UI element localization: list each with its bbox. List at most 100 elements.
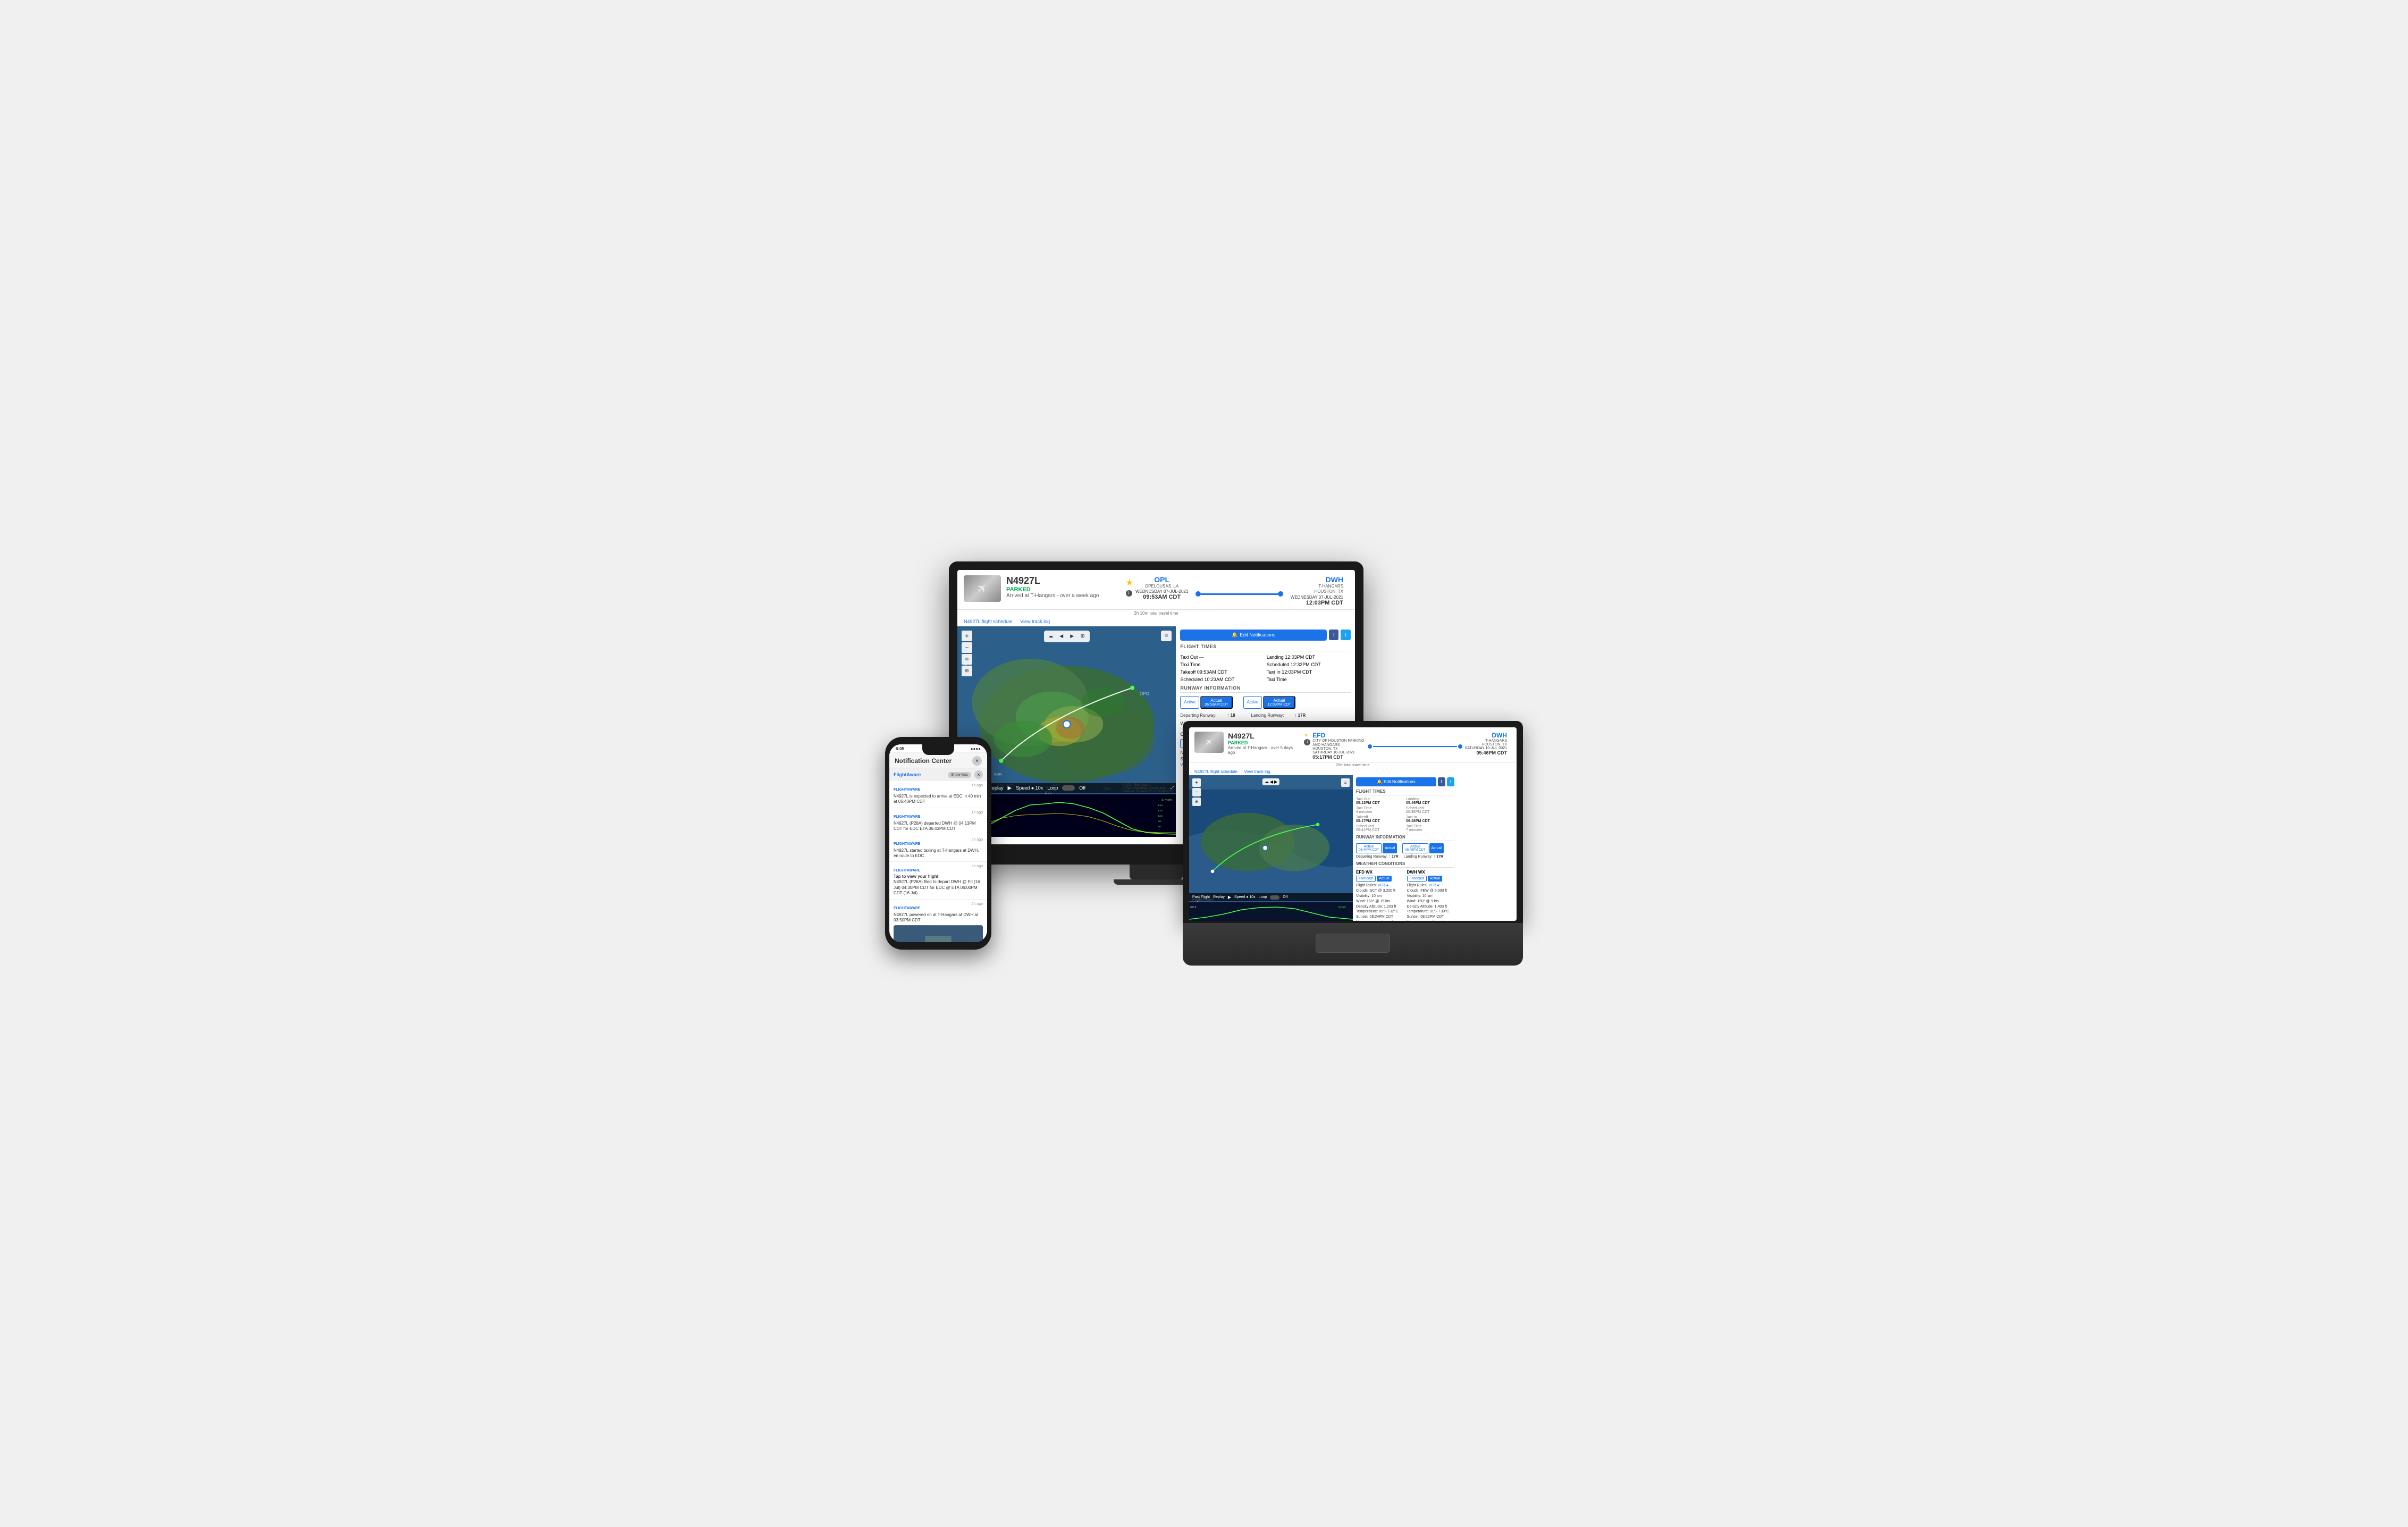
layers-toggle[interactable]: ≡ bbox=[1161, 631, 1172, 641]
play-button[interactable]: ▶ bbox=[1008, 785, 1012, 791]
dest-code: DWH bbox=[1291, 575, 1343, 584]
departing-active-btn[interactable]: Active bbox=[1180, 696, 1199, 709]
next-btn[interactable]: ▶ bbox=[1067, 632, 1077, 641]
zoom-out-btn[interactable]: − bbox=[962, 642, 972, 653]
svg-text:140: 140 bbox=[1158, 804, 1163, 807]
laptop-dwh-forecast-btn[interactable]: Forecast bbox=[1407, 876, 1427, 882]
departing-actual-btn[interactable]: Actual 06:53AM CDT bbox=[1200, 696, 1232, 709]
laptop-off-label: Off bbox=[1283, 895, 1287, 899]
laptop-dwh-actual-btn[interactable]: Actual bbox=[1428, 876, 1442, 882]
track-log-link[interactable]: View track log bbox=[1020, 619, 1050, 624]
laptop-dwh-badges: Forecast Actual bbox=[1407, 876, 1455, 882]
loop-toggle[interactable] bbox=[1062, 785, 1075, 791]
laptop-map-controls: + − ⊕ bbox=[1192, 778, 1201, 806]
landing-label: Landing bbox=[1267, 655, 1284, 660]
compass-btn[interactable]: ⊕ bbox=[962, 654, 972, 665]
info-icon[interactable]: i bbox=[1126, 590, 1132, 597]
laptop-fb-btn[interactable]: f bbox=[1438, 777, 1445, 786]
laptop-dep-active-btn[interactable]: Active 06:44PM CDT bbox=[1356, 843, 1382, 853]
laptop-origin-date: SATURDAY 10-JUL-2021 bbox=[1312, 751, 1366, 754]
landing-runway-badges: Active Actual 12:03PM CDT bbox=[1243, 696, 1295, 709]
notif-text-3: N4927L started taxiing at T-Hangars at D… bbox=[894, 848, 983, 859]
taxi-time2-item: Taxi Time bbox=[1267, 677, 1351, 682]
phone-screen: 6:05 ●●●● Notification Center × FlightAw… bbox=[889, 744, 987, 942]
laptop-land-actual-btn[interactable]: Actual bbox=[1429, 843, 1444, 853]
notification-item-3[interactable]: FLIGHTAWARE 2h ago N4927L started taxiin… bbox=[889, 835, 987, 862]
route-bar bbox=[1201, 593, 1277, 595]
facebook-btn[interactable]: f bbox=[1329, 630, 1339, 640]
laptop-loop-toggle[interactable] bbox=[1270, 895, 1279, 900]
laptop-land-active-btn[interactable]: Active 06:48PM CDT bbox=[1402, 843, 1428, 853]
layers-btn[interactable]: ⊞ bbox=[962, 666, 972, 676]
edit-notifications-btn[interactable]: 🔔 Edit Notifications bbox=[1180, 630, 1327, 641]
route-dot-end bbox=[1278, 591, 1283, 597]
show-less-btn[interactable]: Show less bbox=[948, 772, 971, 778]
close-notification-center-btn[interactable]: × bbox=[972, 756, 982, 766]
taxi-in-val: 12:03PM CDT bbox=[1282, 669, 1312, 675]
laptop-notif-controls: 🔔 Edit Notifications f t bbox=[1356, 777, 1454, 786]
laptop-star-icon[interactable]: ★ bbox=[1304, 733, 1310, 737]
laptop-efd-title: EFD WX bbox=[1356, 870, 1404, 875]
twitter-btn[interactable]: t bbox=[1341, 630, 1351, 640]
laptop-dwh-more-wx[interactable]: View more weather info bbox=[1407, 920, 1455, 921]
star-icon[interactable]: ★ bbox=[1126, 577, 1133, 588]
laptop-schedule-link[interactable]: N4927L flight schedule bbox=[1194, 769, 1237, 774]
flight-times-grid: Taxi Out — Landing 12:03PM CDT Taxi Time bbox=[1180, 655, 1351, 682]
landing-actual-btn[interactable]: Actual 12:03PM CDT bbox=[1263, 696, 1295, 709]
arrived-text: Arrived at T-Hangars - over a week ago bbox=[1006, 593, 1115, 599]
laptop-edit-notif-btn[interactable]: 🔔 Edit Notifications bbox=[1356, 777, 1436, 786]
laptop-flight-info: N4927L PARKED Arrived at T-Hangars - ove… bbox=[1228, 732, 1295, 755]
laptop-flight-header: N4927L PARKED Arrived at T-Hangars - ove… bbox=[1189, 727, 1517, 762]
laptop-next-btn[interactable]: ▶ bbox=[1274, 779, 1277, 784]
phone-time: 6:05 bbox=[896, 746, 904, 751]
cloud-btn[interactable]: ☁ bbox=[1046, 632, 1056, 641]
laptop-compass[interactable]: ⊕ bbox=[1192, 798, 1201, 806]
laptop-cloud-btn[interactable]: ☁ bbox=[1265, 779, 1269, 784]
laptop-efd-forecast-btn[interactable]: Forecast bbox=[1356, 876, 1376, 882]
laptop-dep-actual-btn[interactable]: Actual bbox=[1383, 843, 1397, 853]
laptop-play-btn[interactable]: ▶ bbox=[1228, 895, 1231, 900]
notification-item-2[interactable]: FLIGHTAWARE 1h ago N4927L (P28A) departe… bbox=[889, 808, 987, 835]
zoom-in-btn[interactable]: + bbox=[962, 631, 972, 641]
laptop-prev-btn[interactable]: ◀ bbox=[1270, 779, 1273, 784]
expand-btn[interactable]: ⊞ bbox=[1078, 632, 1088, 641]
laptop-track-link[interactable]: View track log bbox=[1244, 769, 1270, 774]
svg-text:OPO: OPO bbox=[1140, 691, 1149, 696]
laptop-map[interactable]: + − ⊕ ☁ ◀ ▶ ≡ Fli bbox=[1189, 775, 1353, 921]
notification-item-1[interactable]: FLIGHTAWARE 1h ago N4927L is expected to… bbox=[889, 781, 987, 808]
laptop-zoom-in[interactable]: + bbox=[1192, 778, 1201, 787]
laptop-info-icon[interactable]: i bbox=[1304, 739, 1310, 745]
laptop-efd-actual-btn[interactable]: Actual bbox=[1377, 876, 1391, 882]
notification-item-5[interactable]: FLIGHTAWARE 2h ago N4927L powered on at … bbox=[889, 900, 987, 942]
laptop-aircraft-image bbox=[1194, 732, 1224, 753]
taxi-time2-label: Taxi Time bbox=[1267, 677, 1287, 682]
laptop-status: PARKED bbox=[1228, 740, 1295, 745]
landing-val: 12:03PM CDT bbox=[1285, 655, 1315, 660]
laptop-arrived: Arrived at T-Hangars - over 5 days ago bbox=[1228, 745, 1295, 755]
flight-schedule-link[interactable]: N4927L flight schedule bbox=[964, 619, 1012, 624]
svg-text:60: 60 bbox=[1158, 825, 1161, 828]
taxi-in-item: Taxi In 12:03PM CDT bbox=[1267, 669, 1351, 675]
notif-text-5: N4927L powered on at T-Hangars at DWH at… bbox=[894, 912, 983, 924]
laptop-efd-more-wx[interactable]: View more weather info bbox=[1356, 920, 1404, 921]
svg-text:SGR: SGR bbox=[994, 773, 1002, 776]
laptop-route-progress bbox=[1368, 744, 1462, 749]
dest-date: WEDNESDAY 07-JUL-2021 bbox=[1291, 595, 1343, 600]
map-toolbar: ☁ ◀ ▶ ⊞ bbox=[1044, 631, 1090, 642]
notif-time-5: 2h ago bbox=[972, 902, 983, 906]
laptop-zoom-out[interactable]: − bbox=[1192, 788, 1201, 796]
fullscreen-btn[interactable]: ⤢ bbox=[1171, 785, 1174, 791]
notifications-list: FLIGHTAWARE 1h ago N4927L is expected to… bbox=[889, 781, 987, 942]
laptop-times-grid: Taxi Out 05:13PM CDT Landing 05:46PM CDT… bbox=[1356, 798, 1454, 832]
taxi-out-label: Taxi Out bbox=[1180, 655, 1198, 660]
laptop-tw-btn[interactable]: t bbox=[1447, 777, 1454, 786]
app-close-btn[interactable]: × bbox=[974, 770, 983, 779]
laptop-trackpad[interactable] bbox=[1316, 934, 1390, 953]
laptop-tail-number: N4927L bbox=[1228, 732, 1295, 740]
landing-active-btn[interactable]: Active bbox=[1243, 696, 1262, 709]
svg-text:120: 120 bbox=[1158, 809, 1163, 812]
prev-btn[interactable]: ◀ bbox=[1057, 632, 1066, 641]
laptop-layers-btn[interactable]: ≡ bbox=[1341, 778, 1350, 787]
laptop-origin-time: 05:17PM CDT bbox=[1312, 754, 1366, 760]
notification-item-4[interactable]: FLIGHTAWARE 2h ago Tap to view your flig… bbox=[889, 862, 987, 899]
